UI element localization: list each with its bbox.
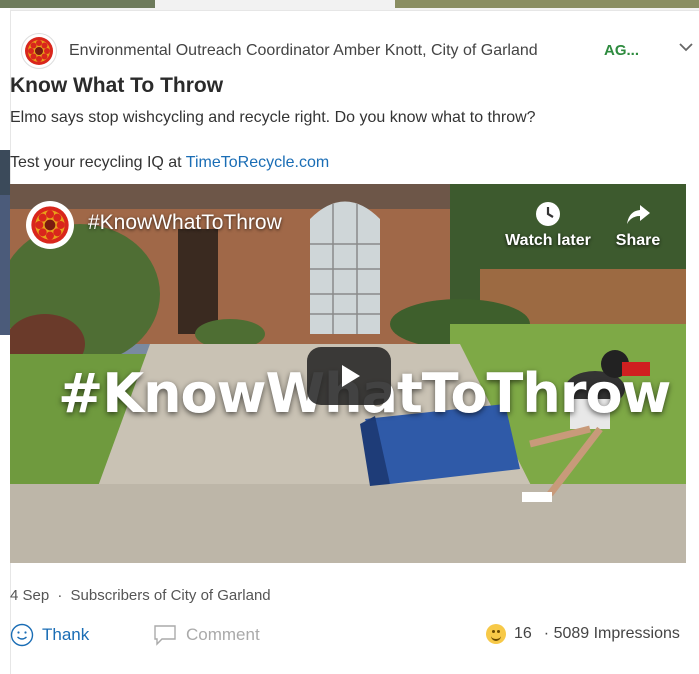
share-button[interactable]: Share bbox=[608, 200, 668, 250]
post-header: Environmental Outreach Coordinator Amber… bbox=[21, 33, 693, 69]
play-icon bbox=[342, 365, 360, 387]
author-avatar[interactable] bbox=[21, 33, 57, 69]
meta-separator: · bbox=[57, 587, 63, 604]
background-panel bbox=[0, 8, 10, 674]
post-body-text: Elmo says stop wishcycling and recycle r… bbox=[10, 109, 536, 126]
reaction-summary[interactable]: 16 · 5089 Impressions bbox=[486, 624, 680, 644]
video-title[interactable]: #KnowWhatToThrow bbox=[88, 211, 282, 235]
background-thumbnail bbox=[0, 195, 10, 335]
post-date[interactable]: 4 Sep bbox=[10, 587, 49, 604]
post-title: Know What To Throw bbox=[10, 74, 224, 97]
channel-logo[interactable] bbox=[26, 201, 74, 249]
play-button[interactable] bbox=[307, 347, 391, 405]
post-body-prefix: Test your recycling IQ at bbox=[10, 154, 186, 171]
author-name[interactable]: Environmental Outreach Coordinator Amber… bbox=[69, 42, 538, 60]
recycle-link[interactable]: TimeToRecycle.com bbox=[186, 154, 329, 171]
post-audience: Subscribers of City of Garland bbox=[70, 587, 271, 604]
impressions-count: · 5089 Impressions bbox=[543, 625, 680, 642]
smiley-emoji-icon bbox=[486, 624, 506, 644]
comment-button[interactable]: Comment bbox=[152, 620, 260, 650]
comment-bubble-icon bbox=[154, 625, 176, 646]
chevron-down-icon[interactable] bbox=[676, 37, 696, 57]
background-thumbnail bbox=[0, 150, 10, 195]
watch-later-label: Watch later bbox=[505, 232, 591, 249]
share-arrow-icon bbox=[627, 205, 650, 224]
post-actions: Thank Comment 16 · 5089 Impressions bbox=[10, 620, 690, 654]
watch-later-button[interactable]: Watch later bbox=[500, 200, 596, 250]
clock-icon bbox=[536, 202, 560, 226]
thank-button[interactable]: Thank bbox=[10, 620, 89, 650]
city-seal-icon bbox=[31, 206, 69, 244]
video-embed[interactable]: #KnowWhatToThrow Watch later Share #Know… bbox=[10, 184, 686, 563]
share-label: Share bbox=[615, 232, 661, 249]
city-seal-icon bbox=[25, 37, 53, 65]
group-tag[interactable]: AG... bbox=[604, 42, 639, 59]
thank-label: Thank bbox=[42, 625, 90, 644]
comment-label: Comment bbox=[186, 625, 260, 644]
post-body-link-line: Test your recycling IQ at TimeToRecycle.… bbox=[10, 154, 329, 172]
smiley-icon bbox=[10, 623, 34, 647]
post-meta: 4 Sep · Subscribers of City of Garland bbox=[10, 587, 271, 604]
background-image-strip bbox=[395, 0, 699, 8]
reaction-count: 16 bbox=[514, 625, 532, 642]
background-image-strip bbox=[0, 0, 155, 8]
